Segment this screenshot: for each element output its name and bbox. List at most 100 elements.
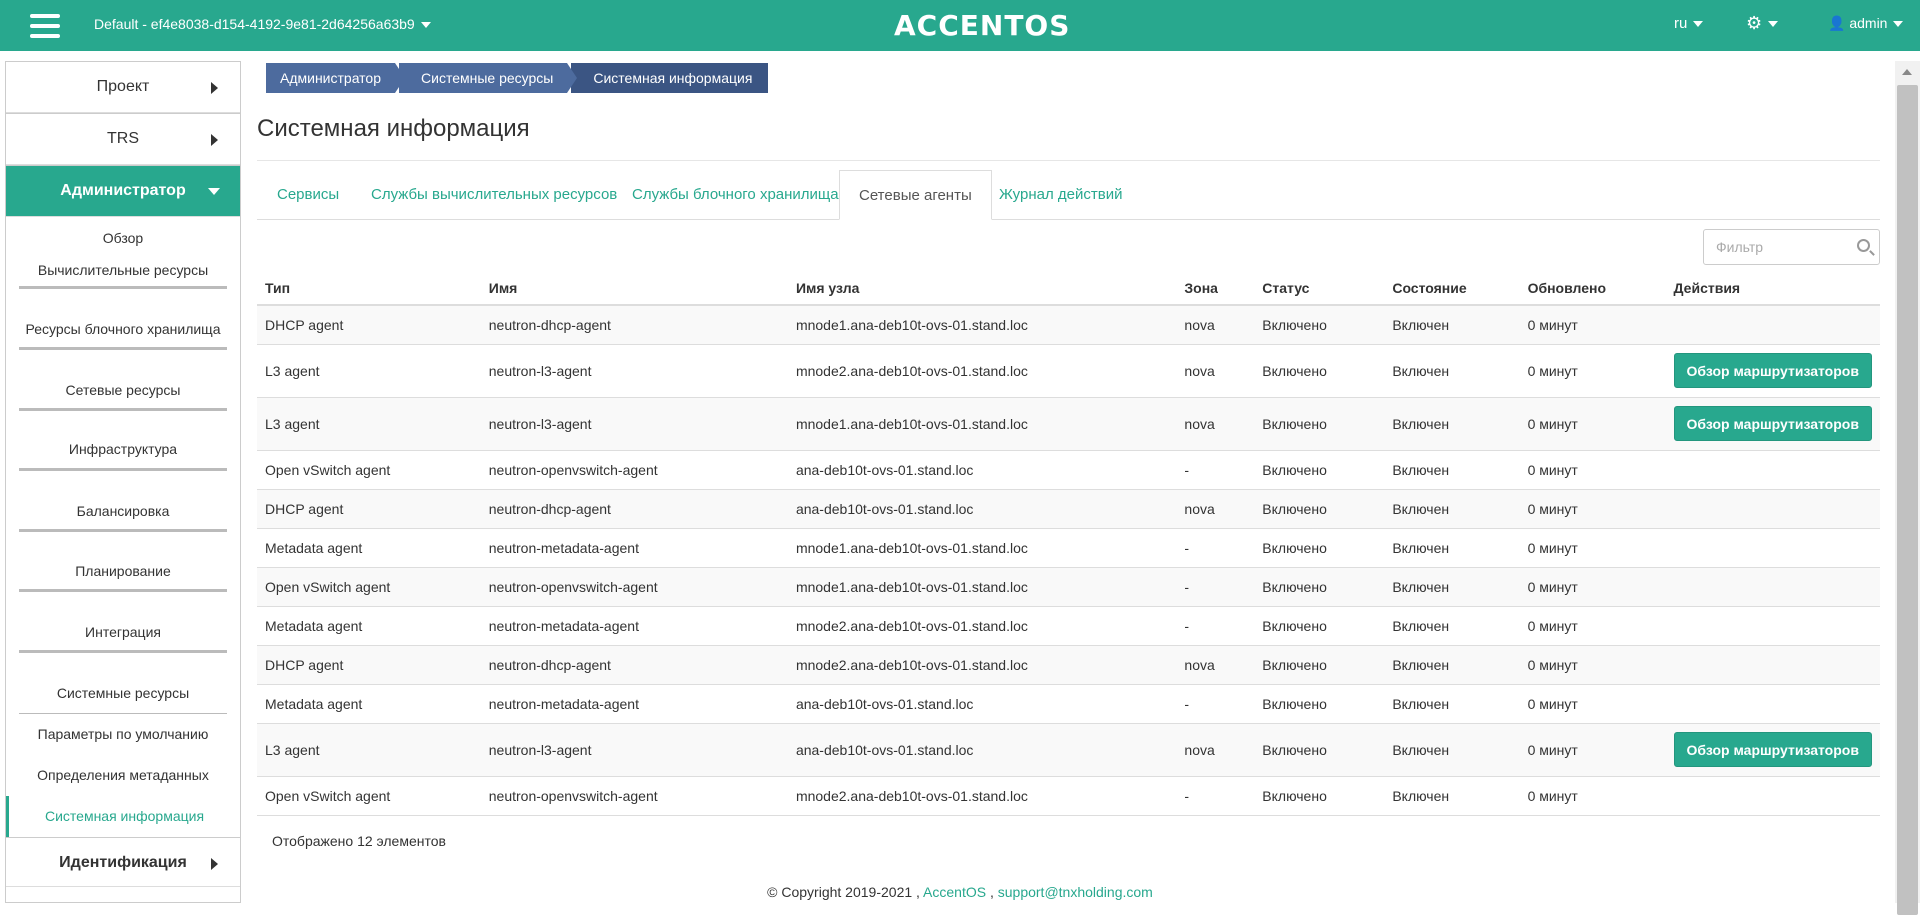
column-header[interactable]: Обновлено [1519, 272, 1666, 306]
user-menu[interactable]: 👤 admin [1828, 15, 1904, 32]
cell-host: ana-deb10t-ovs-01.stand.loc [787, 449, 1177, 489]
sidebar-item-scheduling[interactable]: Планирование [19, 532, 227, 592]
cell-name: neutron-l3-agent [480, 396, 788, 450]
accentos-link[interactable]: AccentOS [923, 884, 986, 900]
column-header[interactable]: Зона [1176, 272, 1255, 306]
cell-zone: - [1176, 449, 1255, 489]
cell-host: mnode2.ana-deb10t-ovs-01.stand.loc [787, 644, 1177, 684]
sidebar-section-label: TRS [107, 130, 139, 147]
cell-host: ana-deb10t-ovs-01.stand.loc [787, 683, 1177, 723]
breadcrumb-item[interactable]: Администратор [266, 63, 406, 93]
column-header[interactable]: Тип [257, 272, 481, 306]
cell-name: neutron-metadata-agent [480, 527, 788, 567]
sidebar-subitem-label: Определения метаданных [37, 767, 209, 783]
chevron-down-icon [1768, 21, 1779, 28]
cell-state: Включен [1384, 775, 1520, 816]
cell-zone: nova [1176, 644, 1255, 684]
copyright-text: © Copyright 2019-2021 , [767, 884, 920, 900]
cell-host: mnode1.ana-deb10t-ovs-01.stand.loc [787, 527, 1177, 567]
divider [257, 160, 1880, 161]
sidebar-item-label: Сетевые ресурсы [65, 382, 181, 398]
column-header[interactable]: Имя [480, 272, 788, 306]
table-row: DHCP agent neutron-dhcp-agent mnode1.ana-d… [257, 304, 1880, 344]
breadcrumb-item[interactable]: Системные ресурсы [399, 63, 578, 93]
sidebar-section-trs[interactable]: TRS [6, 113, 240, 165]
cell-name: neutron-l3-agent [480, 722, 788, 776]
support-email-link[interactable]: support@tnxholding.com [998, 884, 1153, 900]
tab-action-log[interactable]: Журнал действий [999, 170, 1122, 220]
view-routers-button[interactable]: Обзор маршрутизаторов [1673, 406, 1872, 441]
tab-compute-services[interactable]: Службы вычислительных ресурсов [371, 170, 617, 220]
cell-updated: 0 минут [1519, 605, 1666, 645]
tab-services[interactable]: Сервисы [277, 170, 339, 220]
settings-menu[interactable]: ⚙ [1746, 13, 1779, 34]
sidebar-subitem-metadata[interactable]: Определения метаданных [19, 755, 227, 796]
cell-host: mnode2.ana-deb10t-ovs-01.stand.loc [787, 343, 1177, 397]
table-row: DHCP agent neutron-dhcp-agent ana-deb10t-o… [257, 488, 1880, 528]
cell-name: neutron-openvswitch-agent [480, 566, 788, 606]
project-selector[interactable]: Default - ef4e8038-d154-4192-9e81-2d6425… [94, 16, 431, 32]
footer-separator: , [989, 884, 994, 900]
gear-icon: ⚙ [1746, 13, 1763, 33]
cell-zone: - [1176, 605, 1255, 645]
cell-zone: nova [1176, 722, 1255, 776]
table-row: Metadata agent neutron-metadata-agent mnod… [257, 527, 1880, 567]
sidebar-section-identity[interactable]: Идентификация [6, 837, 240, 887]
sidebar-item-integration[interactable]: Интеграция [19, 592, 227, 653]
language-selector[interactable]: ru [1674, 15, 1704, 32]
network-agents-table: Тип Имя Имя узла Зона Статус Состояние О… [257, 272, 1880, 816]
search-icon[interactable] [1857, 239, 1870, 252]
sidebar-subitem-defaults[interactable]: Параметры по умолчанию [19, 714, 227, 755]
cell-name: neutron-l3-agent [480, 343, 788, 397]
page-scrollbar[interactable] [1895, 61, 1920, 915]
column-header[interactable]: Состояние [1384, 272, 1520, 306]
sidebar-section-admin[interactable]: Администратор [6, 165, 240, 217]
sidebar: Проект TRS Администратор Обзор Вычислите… [5, 61, 241, 903]
menu-toggle-icon[interactable] [30, 14, 60, 38]
chevron-down-icon [1893, 21, 1904, 28]
cell-status: Включено [1254, 343, 1385, 397]
cell-status: Включено [1254, 722, 1385, 776]
tab-bar: Сервисы Службы вычислительных ресурсов С… [257, 170, 1880, 220]
cell-state: Включен [1384, 488, 1520, 528]
chevron-right-icon [211, 858, 218, 870]
table-row: Open vSwitch agent neutron-openvswitch-ag… [257, 775, 1880, 816]
sidebar-item-overview[interactable]: Обзор [19, 217, 227, 261]
cell-state: Включен [1384, 527, 1520, 567]
sidebar-section-project[interactable]: Проект [6, 61, 240, 113]
view-routers-button[interactable]: Обзор маршрутизаторов [1673, 353, 1872, 388]
scroll-up-icon[interactable] [1902, 69, 1912, 75]
cell-name: neutron-metadata-agent [480, 605, 788, 645]
sidebar-item-infrastructure[interactable]: Инфраструктура [19, 411, 227, 471]
chevron-down-icon [208, 188, 220, 195]
sidebar-item-system-resources[interactable]: Системные ресурсы [19, 653, 227, 714]
sidebar-item-label: Балансировка [76, 503, 170, 519]
column-header: Действия [1665, 272, 1880, 306]
sidebar-subitem-system-info[interactable]: Системная информация [6, 796, 240, 837]
sidebar-item-label: Ресурсы блочного хранилища [25, 321, 221, 337]
sidebar-item-network[interactable]: Сетевые ресурсы [19, 350, 227, 411]
table-row: L3 agent neutron-l3-agent mnode1.ana-deb10… [257, 396, 1880, 450]
filter-input[interactable] [1704, 230, 1844, 264]
table-row: Open vSwitch agent neutron-openvswitch-ag… [257, 449, 1880, 489]
cell-updated: 0 минут [1519, 644, 1666, 684]
sidebar-item-block-storage[interactable]: Ресурсы блочного хранилища [19, 289, 227, 350]
sidebar-item-balancing[interactable]: Балансировка [19, 471, 227, 532]
cell-actions [1665, 527, 1880, 567]
cell-type: Open vSwitch agent [257, 449, 481, 489]
column-header[interactable]: Статус [1254, 272, 1385, 306]
table-row: Metadata agent neutron-metadata-agent ana-… [257, 683, 1880, 723]
table-header-row: Тип Имя Имя узла Зона Статус Состояние О… [257, 272, 1880, 306]
cell-status: Включено [1254, 605, 1385, 645]
tab-block-storage-services[interactable]: Службы блочного хранилища [632, 170, 839, 220]
cell-actions [1665, 644, 1880, 684]
tab-network-agents[interactable]: Сетевые агенты [839, 170, 992, 220]
scrollbar-thumb[interactable] [1897, 85, 1918, 915]
column-header[interactable]: Имя узла [787, 272, 1177, 306]
cell-actions [1665, 488, 1880, 528]
cell-host: mnode1.ana-deb10t-ovs-01.stand.loc [787, 566, 1177, 606]
footer: © Copyright 2019-2021 , AccentOS , suppo… [0, 884, 1920, 900]
sidebar-item-compute[interactable]: Вычислительные ресурсы [19, 261, 227, 289]
cell-type: DHCP agent [257, 304, 481, 344]
view-routers-button[interactable]: Обзор маршрутизаторов [1673, 732, 1872, 767]
